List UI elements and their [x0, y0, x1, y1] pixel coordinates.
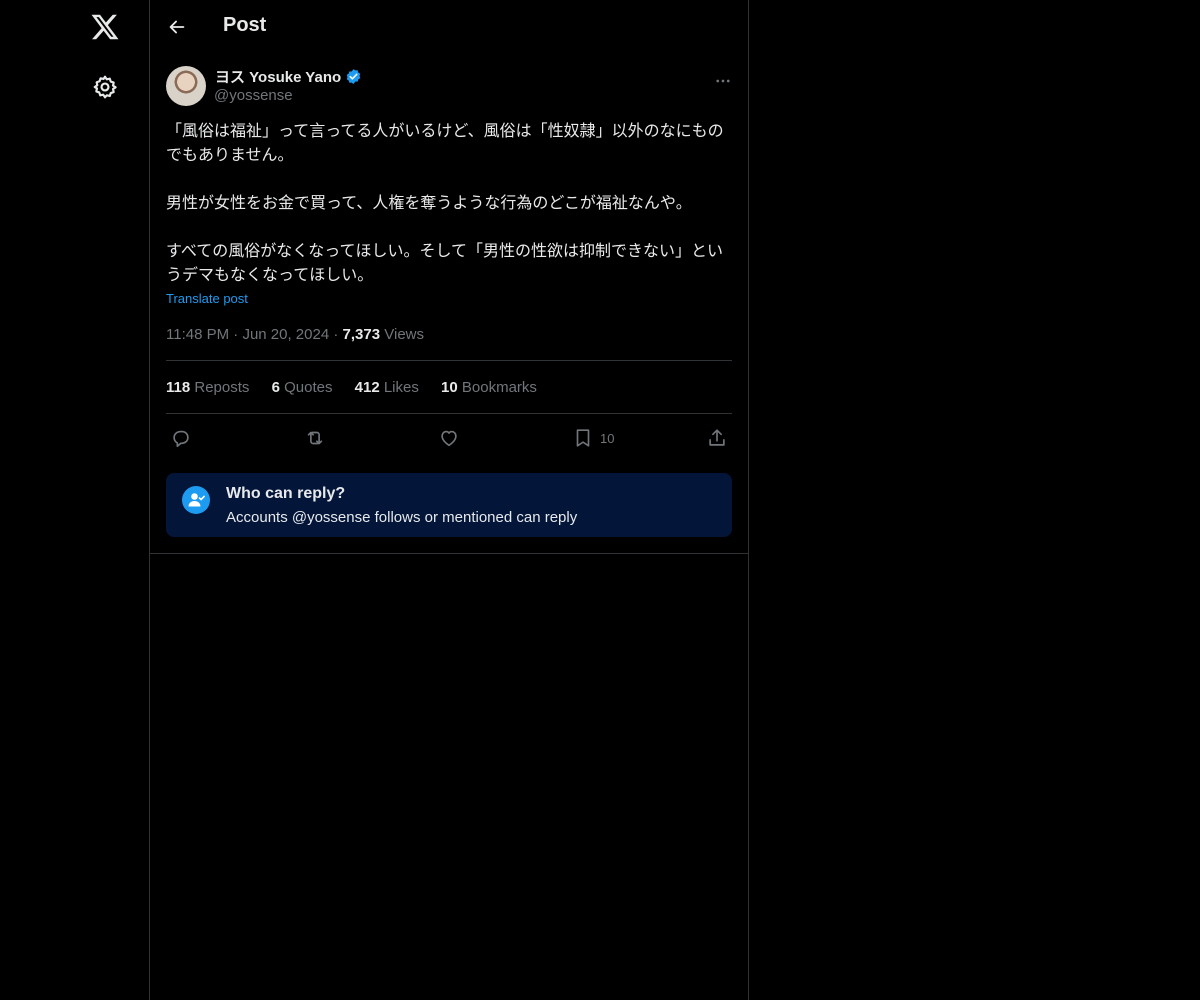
page-title: Post: [223, 14, 267, 36]
bookmark-icon: [576, 429, 590, 447]
x-logo-icon[interactable]: [90, 12, 120, 42]
views-label: Views: [384, 326, 424, 343]
more-horizontal-icon[interactable]: [714, 72, 732, 90]
author-name-row[interactable]: ヨス Yosuke Yano: [215, 66, 362, 87]
author-handle[interactable]: @yossense: [214, 87, 293, 104]
gear-icon[interactable]: [92, 74, 118, 100]
user-check-icon: [182, 486, 210, 514]
share-icon: [709, 429, 725, 446]
post-date[interactable]: Jun 20, 2024: [242, 326, 329, 343]
heart-icon: [441, 430, 457, 447]
divider: [166, 413, 732, 414]
arrow-left-icon[interactable]: [166, 16, 188, 38]
views-count: 7,373: [342, 326, 381, 343]
quotes-stat[interactable]: 6 Quotes: [272, 379, 333, 396]
post-stats: 118 Reposts 6 Quotes 412 Likes 10 Bookma…: [166, 379, 555, 396]
post-meta: 11:48 PM · Jun 20, 2024 · 7,373 Views: [166, 326, 424, 343]
divider: [166, 360, 732, 361]
bookmark-count: 10: [600, 430, 615, 446]
translate-post-link[interactable]: Translate post: [166, 291, 248, 306]
main-column: Post ヨス Yosuke Yano @yossense 「風俗は福祉」って言…: [149, 0, 749, 1000]
reposts-stat[interactable]: 118 Reposts: [166, 379, 249, 396]
action-bar: 10: [166, 426, 732, 450]
bookmark-button[interactable]: 10: [572, 426, 614, 450]
post-text: 「風俗は福祉」って言ってる人がいるけど、風俗は「性奴隷」以外のなにものでもありま…: [166, 120, 732, 288]
post-time[interactable]: 11:48 PM: [166, 326, 229, 343]
likes-stat[interactable]: 412 Likes: [355, 379, 419, 396]
notice-text: Accounts @yossense follows or mentioned …: [226, 509, 578, 526]
divider: [150, 553, 748, 554]
post-line: 「風俗は福祉」って言ってる人がいるけど、風俗は「性奴隷」以外のなにものでもありま…: [166, 123, 724, 164]
post-line: すべての風俗がなくなってほしい。そして「男性の性欲は抑制できない」というデマもな…: [166, 243, 723, 284]
who-can-reply-notice: Who can reply? Accounts @yossense follow…: [166, 473, 732, 537]
repost-icon: [307, 431, 323, 445]
notice-title: Who can reply?: [226, 485, 346, 502]
like-button[interactable]: [438, 426, 460, 450]
post-line: 男性が女性をお金で買って、人権を奪うような行為のどこが福祉なんや。: [166, 195, 692, 212]
repost-button[interactable]: [304, 426, 326, 450]
author-name[interactable]: ヨス Yosuke Yano: [215, 66, 341, 87]
avatar[interactable]: [166, 66, 206, 106]
bookmarks-stat[interactable]: 10 Bookmarks: [441, 379, 537, 396]
reply-button[interactable]: [170, 426, 192, 450]
verified-badge-icon: [346, 69, 361, 84]
page-header: Post: [150, 0, 748, 53]
left-nav: [0, 0, 149, 1000]
share-button[interactable]: [706, 426, 728, 450]
reply-icon: [173, 430, 189, 448]
